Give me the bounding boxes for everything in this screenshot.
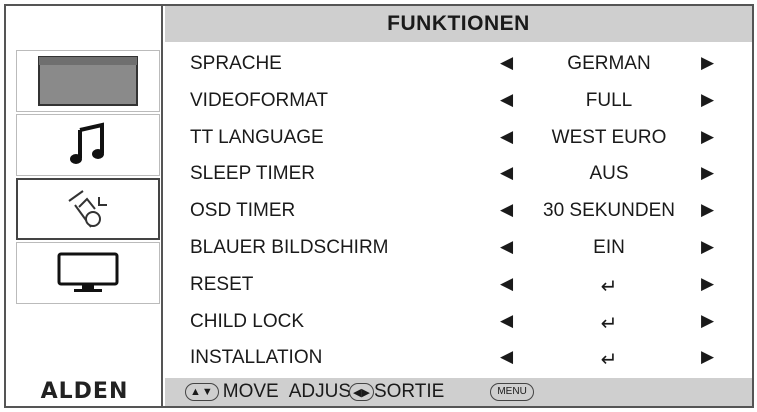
osd-menu-window: ALDEN FUNKTIONEN SPRACHE ◀ GERMAN ▶ VIDE… <box>4 4 754 408</box>
move-hint: MOVE <box>222 381 279 402</box>
arrow-right-icon[interactable]: ▶ <box>701 274 714 294</box>
enter-icon[interactable]: ↵ <box>520 274 698 299</box>
setting-value: FULL <box>585 89 633 111</box>
arrow-left-icon[interactable]: ◀ <box>500 237 513 257</box>
arrow-right-icon[interactable]: ▶ <box>701 200 714 220</box>
adjust-hint: ADJUS <box>288 381 352 402</box>
setting-row-sprache[interactable]: SPRACHE ◀ GERMAN ▶ <box>165 46 752 83</box>
arrow-right-icon[interactable]: ▶ <box>701 53 714 73</box>
setting-label: RESET <box>190 273 254 295</box>
brand-logo: ALDEN <box>40 378 129 404</box>
setting-row-installation[interactable]: INSTALLATION ◀ ↵ ▶ <box>165 340 752 377</box>
setting-row-reset[interactable]: RESET ◀ ↵ ▶ <box>165 267 752 304</box>
setting-row-osd-timer[interactable]: OSD TIMER ◀ 30 SEKUNDEN ▶ <box>165 193 752 230</box>
setting-label: VIDEOFORMAT <box>190 89 328 111</box>
menu-key-icon: MENU <box>490 383 534 401</box>
setup-tools-icon <box>68 190 107 228</box>
arrow-right-icon[interactable]: ▶ <box>701 237 714 257</box>
setting-label: SLEEP TIMER <box>190 163 315 185</box>
arrow-left-icon[interactable]: ◀ <box>500 163 513 183</box>
setting-label: TT LANGUAGE <box>190 126 324 148</box>
setting-value: AUS <box>589 163 629 185</box>
setting-label: CHILD LOCK <box>190 310 305 332</box>
settings-list: SPRACHE ◀ GERMAN ▶ VIDEOFORMAT ◀ FULL ▶ … <box>165 46 752 377</box>
setting-row-blauer-bildschirm[interactable]: BLAUER BILDSCHIRM ◀ EIN ▶ <box>165 230 752 267</box>
setting-label: BLAUER BILDSCHIRM <box>190 236 389 258</box>
enter-icon[interactable]: ↵ <box>520 347 698 372</box>
arrow-right-icon[interactable]: ▶ <box>701 347 714 367</box>
sidebar-tab-functions[interactable] <box>16 178 160 240</box>
setting-label: OSD TIMER <box>190 200 296 222</box>
sidebar-tab-sound[interactable] <box>16 114 160 176</box>
help-bar: ▲▼ MOVE ADJUS ◀▶ SORTIE MENU <box>165 378 752 406</box>
setting-row-tt-language[interactable]: TT LANGUAGE ◀ WEST EURO ▶ <box>165 120 752 157</box>
arrow-left-icon[interactable]: ◀ <box>500 53 513 73</box>
setting-label: SPRACHE <box>190 53 282 74</box>
setting-label: INSTALLATION <box>190 347 323 369</box>
arrow-right-icon[interactable]: ▶ <box>701 127 714 147</box>
arrow-right-icon[interactable]: ▶ <box>701 163 714 183</box>
setting-value: EIN <box>593 236 625 258</box>
arrow-right-icon[interactable]: ▶ <box>701 90 714 110</box>
monitor-icon <box>57 252 119 292</box>
setting-value: WEST EURO <box>551 126 667 148</box>
arrow-left-icon[interactable]: ◀ <box>500 311 513 331</box>
category-sidebar: ALDEN <box>6 6 163 406</box>
sidebar-tab-picture[interactable] <box>16 50 160 112</box>
menu-title: FUNKTIONEN <box>165 6 752 42</box>
left-right-keys-icon: ◀▶ <box>349 383 374 401</box>
arrow-left-icon[interactable]: ◀ <box>500 347 513 367</box>
arrow-right-icon[interactable]: ▶ <box>701 311 714 331</box>
picture-icon <box>38 56 138 106</box>
arrow-left-icon[interactable]: ◀ <box>500 200 513 220</box>
sidebar-tab-display[interactable] <box>16 242 160 304</box>
arrow-left-icon[interactable]: ◀ <box>500 90 513 110</box>
arrow-left-icon[interactable]: ◀ <box>500 274 513 294</box>
music-note-icon <box>70 122 104 164</box>
setting-row-sleep-timer[interactable]: SLEEP TIMER ◀ AUS ▶ <box>165 156 752 193</box>
exit-hint: SORTIE <box>373 381 445 402</box>
arrow-left-icon[interactable]: ◀ <box>500 127 513 147</box>
up-down-keys-icon: ▲▼ <box>185 383 219 401</box>
setting-value: 30 SEKUNDEN <box>543 200 675 222</box>
enter-icon[interactable]: ↵ <box>520 311 698 336</box>
setting-row-child-lock[interactable]: CHILD LOCK ◀ ↵ ▶ <box>165 304 752 341</box>
setting-row-videoformat[interactable]: VIDEOFORMAT ◀ FULL ▶ <box>165 83 752 120</box>
setting-value: GERMAN <box>567 53 651 74</box>
